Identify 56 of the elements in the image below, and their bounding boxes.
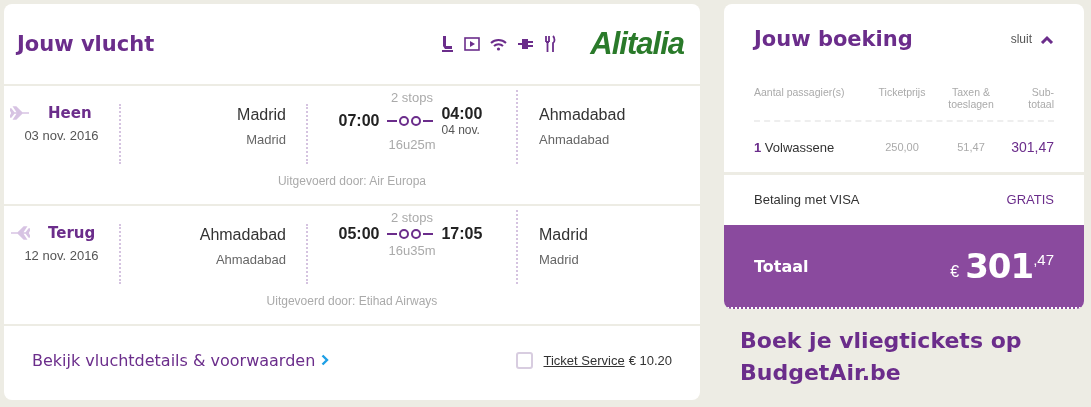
column-header: Sub-totaal xyxy=(1027,86,1054,110)
airline-logo: Alitalia xyxy=(590,26,684,62)
destination-airport: Ahmadabad xyxy=(539,132,611,147)
route-stops-icon xyxy=(387,114,434,128)
arrival-date: 04 nov. xyxy=(441,123,481,137)
column-header: Taxen & toeslagen xyxy=(947,86,995,110)
destination-airport: Madrid xyxy=(539,252,580,267)
column-header: Aantal passagier(s) xyxy=(754,86,846,100)
flight-duration: 16u35m xyxy=(388,243,436,258)
flight-duration: 16u25m xyxy=(388,137,436,152)
operated-by: Uitgevoerd door: Air Europa xyxy=(276,174,428,188)
origin-airport: Ahmadabad xyxy=(214,252,286,267)
plane-icon xyxy=(10,106,30,120)
column-header: Ticketprijs xyxy=(877,86,927,100)
cutlery-icon xyxy=(544,35,557,53)
arrival-time: 17:05 xyxy=(441,225,484,243)
ticket-service-link[interactable]: Ticket Service xyxy=(543,352,625,368)
chevron-right-icon xyxy=(321,354,330,366)
route-stops-icon xyxy=(387,227,434,241)
total-cents: ,47 xyxy=(1033,250,1054,268)
destination-city: Ahmadabad xyxy=(539,106,626,124)
collapse-toggle[interactable]: sluit xyxy=(1010,32,1054,46)
subtotal-cell: 301,47 xyxy=(1010,139,1054,155)
section-title: Jouw vlucht xyxy=(17,32,156,56)
destination-city: Madrid xyxy=(539,226,588,244)
departure-time: 07:00 xyxy=(338,112,380,130)
details-link[interactable]: Bekijk vluchtdetails & voorwaarden xyxy=(32,350,517,370)
payment-label: Betaling met VISA xyxy=(754,191,860,207)
origin-city: Ahmadabad xyxy=(198,226,286,244)
total-amount: 301 xyxy=(965,246,1034,286)
wifi-icon xyxy=(490,37,508,51)
ticket-service-price: € 10.20 xyxy=(628,352,672,368)
stops-count: 2 stops xyxy=(391,210,433,225)
total-label: Totaal xyxy=(754,256,810,276)
checkbox[interactable] xyxy=(516,351,534,369)
chevron-up-icon xyxy=(1040,34,1054,44)
video-icon xyxy=(464,37,481,51)
operated-by: Uitgevoerd door: Etihad Airways xyxy=(265,294,439,308)
promo-heading: Boek je vliegtickets op BudgetAir.be xyxy=(740,327,1023,387)
stops-count: 2 stops xyxy=(391,90,433,105)
leg-label: Terug xyxy=(48,224,96,242)
panel-title: Jouw boeking xyxy=(754,27,914,51)
leg-date: 12 nov. 2016 xyxy=(24,248,99,263)
plane-icon xyxy=(10,226,30,240)
arrival-time: 04:00 xyxy=(441,105,484,123)
departure-time: 05:00 xyxy=(338,225,380,243)
leg-label: Heen xyxy=(48,104,92,122)
currency-symbol: € xyxy=(950,263,960,281)
power-plug-icon xyxy=(517,38,535,50)
origin-airport: Madrid xyxy=(245,132,286,147)
leg-date: 03 nov. 2016 xyxy=(24,128,99,143)
passenger-count: 1 Volwassene xyxy=(754,139,836,155)
origin-city: Madrid xyxy=(236,106,286,124)
payment-price: GRATIS xyxy=(1006,191,1054,207)
table-cell-text: 250,00 xyxy=(884,141,920,153)
table-cell-text: 51,47 xyxy=(956,141,986,153)
